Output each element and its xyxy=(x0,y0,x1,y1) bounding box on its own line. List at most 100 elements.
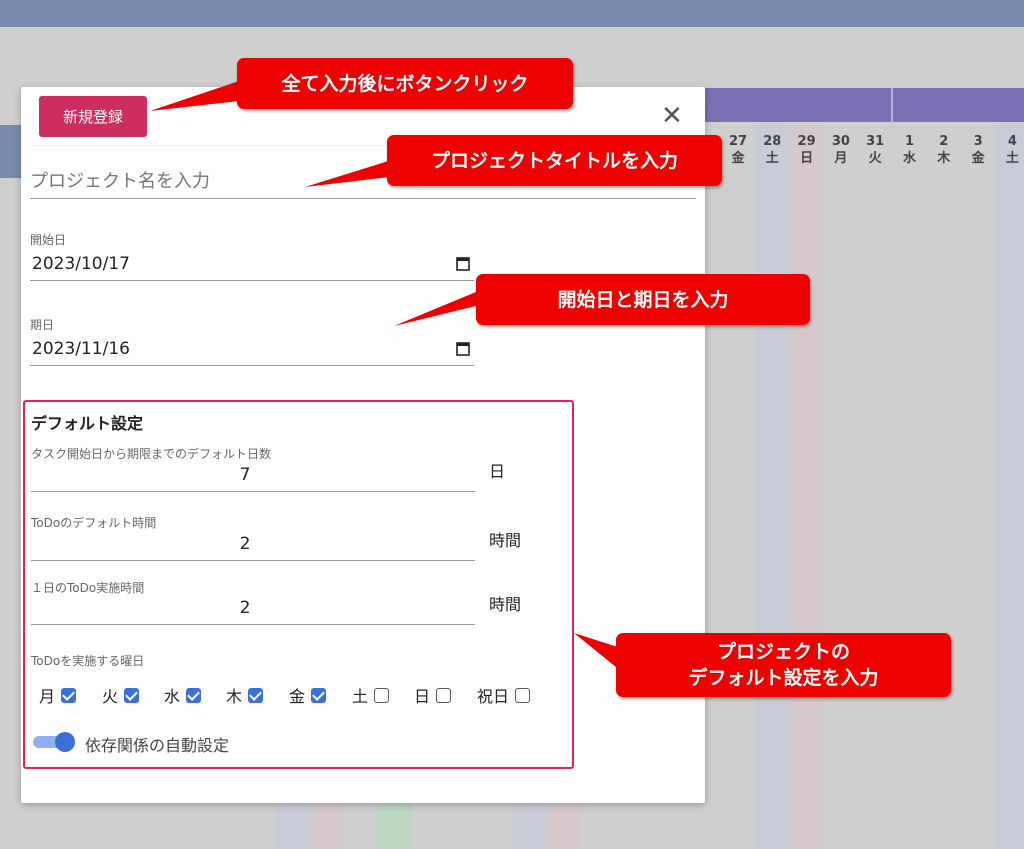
gantt-lower-column xyxy=(513,803,547,849)
gantt-day-column: 3金 xyxy=(961,125,996,849)
auto-dependency-label: 依存関係の自動設定 xyxy=(85,736,230,755)
daily-time-value: 2 xyxy=(239,598,251,618)
gantt-lower-column xyxy=(377,803,411,849)
gantt-day-header: 29 日 xyxy=(790,125,824,178)
checkbox-checked[interactable] xyxy=(248,687,264,703)
weekday-option[interactable]: 火 xyxy=(102,683,140,707)
gantt-day-weekday: 日 xyxy=(800,151,814,166)
todo-time-unit: 時間 xyxy=(489,531,522,550)
task-days-input[interactable]: 7 xyxy=(31,465,475,492)
checkbox-checked[interactable] xyxy=(124,687,140,703)
gantt-day-header: 4土 xyxy=(995,125,1024,178)
gantt-month-header xyxy=(705,88,1024,122)
task-days-unit: 日 xyxy=(489,462,506,481)
checkbox-checked[interactable] xyxy=(186,687,202,703)
callout-defaults: プロジェクトの デフォルト設定を入力 xyxy=(616,633,951,697)
todo-time-label: ToDoのデフォルト時間 xyxy=(31,516,157,530)
gantt-lower-column xyxy=(547,803,581,849)
gantt-lower-column xyxy=(241,803,275,849)
gantt-day-column: 4土 xyxy=(995,125,1024,849)
gantt-day-column: 1水 xyxy=(892,125,927,849)
weekday-label: 水 xyxy=(164,687,181,706)
checkbox-unchecked[interactable] xyxy=(515,687,531,703)
checkbox-unchecked[interactable] xyxy=(374,687,390,703)
task-days-label: タスク開始日から期限までのデフォルト日数 xyxy=(31,447,272,461)
gantt-day-column: 30 月 xyxy=(823,125,858,849)
gantt-day-weekday: 土 xyxy=(765,151,779,166)
gantt-day-number: 2 xyxy=(939,134,949,149)
weekday-option[interactable]: 土 xyxy=(352,683,390,707)
gantt-day-column: 27 金 xyxy=(721,125,755,849)
weekday-option[interactable]: 木 xyxy=(226,683,264,707)
callout-defaults-line1: プロジェクトの xyxy=(716,641,850,663)
gantt-day-number: 31 xyxy=(866,134,885,149)
weekdays-label: ToDoを実施する曜日 xyxy=(31,654,145,668)
gantt-day-weekday: 月 xyxy=(834,151,848,166)
callout-dates: 開始日と期日を入力 xyxy=(476,274,810,325)
due-date-label: 期日 xyxy=(30,318,55,332)
weekday-label: 金 xyxy=(289,687,306,706)
register-button[interactable]: 新規登録 xyxy=(39,96,147,137)
checkbox-unchecked[interactable] xyxy=(436,687,452,703)
gantt-left-strip xyxy=(0,125,21,178)
todo-time-value: 2 xyxy=(239,534,251,554)
gantt-month-divider xyxy=(891,88,893,122)
calendar-icon[interactable] xyxy=(456,256,470,271)
weekday-label: 土 xyxy=(352,687,369,706)
gantt-day-header: 3金 xyxy=(961,125,995,178)
gantt-day-column: 2木 xyxy=(926,125,961,849)
weekday-label: 祝日 xyxy=(477,687,510,706)
default-settings-section: デフォルト設定 タスク開始日から期限までのデフォルト日数 7 日 ToDoのデフ… xyxy=(23,400,574,769)
gantt-day-number: 27 xyxy=(728,134,748,149)
gantt-lower-column xyxy=(309,803,343,849)
gantt-day-header: 1水 xyxy=(893,125,927,178)
gantt-day-weekday: 金 xyxy=(731,151,745,166)
gantt-day-weekday: 土 xyxy=(1005,151,1019,166)
gantt-day-column: 28 土 xyxy=(755,125,790,849)
task-days-value: 7 xyxy=(239,465,251,485)
weekday-label: 日 xyxy=(414,687,431,706)
weekday-option[interactable]: 水 xyxy=(164,683,202,707)
gantt-day-column: 31 火 xyxy=(858,125,893,849)
weekday-option[interactable]: 日 xyxy=(414,683,452,707)
weekday-label: 火 xyxy=(102,687,119,706)
close-icon[interactable]: ✕ xyxy=(661,103,683,129)
gantt-day-header: 27 金 xyxy=(721,125,755,178)
gantt-day-number: 30 xyxy=(831,134,850,149)
start-date-field[interactable]: 2023/10/17 xyxy=(30,254,474,281)
weekday-option[interactable]: 祝日 xyxy=(477,683,531,707)
daily-time-label: １日のToDo実施時間 xyxy=(31,581,145,595)
gantt-day-column: 29 日 xyxy=(789,125,824,849)
gantt-day-weekday: 水 xyxy=(902,151,916,166)
todo-time-input[interactable]: 2 xyxy=(31,534,475,561)
weekday-option[interactable]: 月 xyxy=(39,683,77,707)
gantt-day-weekday: 金 xyxy=(971,151,985,166)
daily-time-unit: 時間 xyxy=(489,595,522,614)
gantt-day-number: 29 xyxy=(797,134,816,149)
checkbox-checked[interactable] xyxy=(61,687,77,703)
callout-defaults-line2: デフォルト設定を入力 xyxy=(688,667,879,689)
auto-dependency-toggle[interactable] xyxy=(33,732,75,752)
gantt-day-weekday: 木 xyxy=(937,151,951,166)
calendar-icon[interactable] xyxy=(456,341,470,356)
weekday-label: 月 xyxy=(39,687,56,706)
new-project-dialog: 新規登録 ✕ 開始日 2023/10/17 期日 2023/11/16 デフォル… xyxy=(21,87,705,803)
start-date-value: 2023/10/17 xyxy=(32,254,130,274)
start-date-label: 開始日 xyxy=(30,233,67,247)
gantt-day-header: 31 火 xyxy=(858,125,892,178)
gantt-day-number: 4 xyxy=(1007,134,1017,149)
due-date-field[interactable]: 2023/11/16 xyxy=(30,339,474,366)
gantt-day-number: 3 xyxy=(973,134,983,149)
weekday-option[interactable]: 金 xyxy=(289,683,327,707)
gantt-lower-column xyxy=(275,803,309,849)
callout-register: 全て入力後にボタンクリック xyxy=(237,58,573,109)
gantt-day-header: 28 土 xyxy=(755,125,789,178)
checkbox-checked[interactable] xyxy=(311,687,327,703)
daily-time-input[interactable]: 2 xyxy=(31,598,475,625)
gantt-day-number: 1 xyxy=(904,134,915,149)
weekday-label: 木 xyxy=(226,687,243,706)
gantt-day-header: 2木 xyxy=(927,125,961,178)
gantt-day-weekday: 火 xyxy=(868,151,882,166)
gantt-day-header: 30 月 xyxy=(824,125,858,178)
toggle-knob xyxy=(55,732,75,752)
